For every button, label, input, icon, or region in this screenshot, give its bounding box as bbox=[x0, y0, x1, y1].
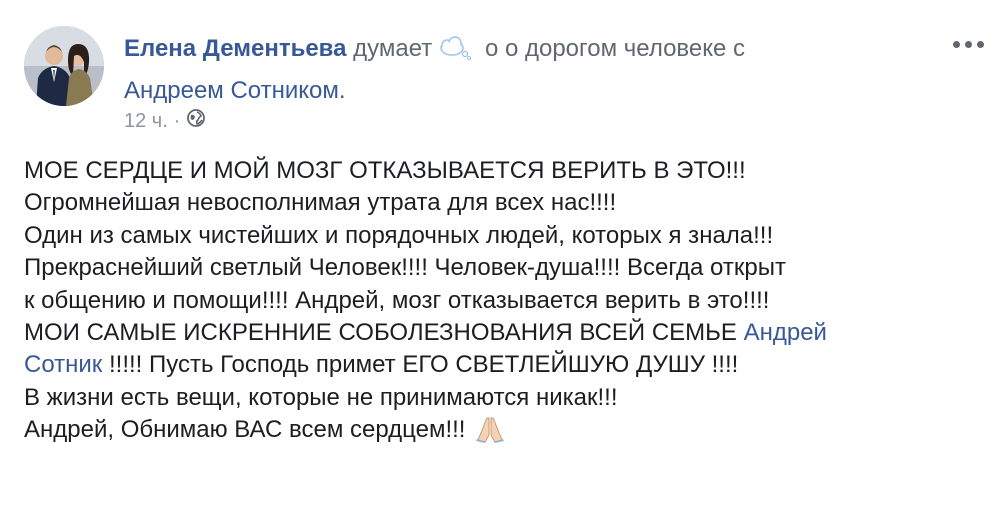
post-line-with-mention: МОИ САМЫЕ ИСКРЕННИЕ СОБОЛЕЗНОВАНИЯ ВСЕЙ … bbox=[24, 317, 984, 349]
post-line-with-mention: Сотник !!!!! Пусть Господь примет ЕГО СВ… bbox=[24, 349, 984, 381]
post-line: Один из самых чистейших и порядочных люд… bbox=[24, 221, 774, 249]
facebook-post: Елена Дементьева думает о о дорогом чело… bbox=[0, 0, 1004, 510]
thought-bubble-icon bbox=[438, 34, 472, 72]
post-line: Огромнейшая невосполнимая утрата для все… bbox=[24, 189, 617, 217]
feeling-text: о о дорогом человеке с bbox=[484, 35, 746, 62]
post-header: Елена Дементьева думает о о дорогом чело… bbox=[124, 30, 924, 110]
globe-icon[interactable] bbox=[186, 108, 206, 134]
post-meta: 12 ч. · bbox=[124, 108, 206, 134]
tagged-person-link[interactable]: Андреем Сотником. bbox=[124, 77, 346, 104]
ellipsis-icon bbox=[952, 40, 960, 48]
mention-link-part2[interactable]: Сотник bbox=[24, 351, 102, 378]
post-line-text: МОИ САМЫЕ ИСКРЕННИЕ СОБОЛЕЗНОВАНИЯ ВСЕЙ … bbox=[24, 319, 737, 347]
post-line: В жизни есть вещи, которые не принимаютс… bbox=[24, 383, 618, 411]
mention-link-part1[interactable]: Андрей bbox=[744, 319, 827, 346]
author-avatar[interactable] bbox=[24, 26, 104, 106]
more-options-button[interactable] bbox=[948, 34, 988, 54]
post-line-last: Андрей, Обнимаю ВАС всем сердцем!!! bbox=[24, 414, 984, 452]
ellipsis-dot bbox=[964, 40, 972, 48]
post-line-text: !!!!! Пусть Господь примет ЕГО СВЕТЛЕЙШУ… bbox=[102, 351, 739, 379]
feeling-verb: думает bbox=[353, 35, 433, 62]
post-body: МОЕ СЕРДЦЕ И МОЙ МОЗГ ОТКАЗЫВАЕТСЯ ВЕРИТ… bbox=[24, 155, 984, 453]
ellipsis-dot bbox=[976, 40, 984, 48]
meta-separator: · bbox=[173, 109, 181, 132]
post-line: МОЕ СЕРДЦЕ И МОЙ МОЗГ ОТКАЗЫВАЕТСЯ ВЕРИТ… bbox=[24, 157, 746, 184]
timestamp-link[interactable]: 12 ч. bbox=[124, 110, 168, 133]
praying-hands-icon bbox=[475, 415, 505, 452]
author-name-link[interactable]: Елена Дементьева bbox=[124, 35, 346, 62]
post-line: к общению и помощи!!!! Андрей, мозг отка… bbox=[24, 286, 770, 314]
avatar-photo bbox=[24, 26, 104, 106]
post-line: Прекраснейший светлый Человек!!!! Челове… bbox=[24, 254, 786, 282]
post-line-text: Андрей, Обнимаю ВАС всем сердцем!!! bbox=[24, 416, 466, 444]
